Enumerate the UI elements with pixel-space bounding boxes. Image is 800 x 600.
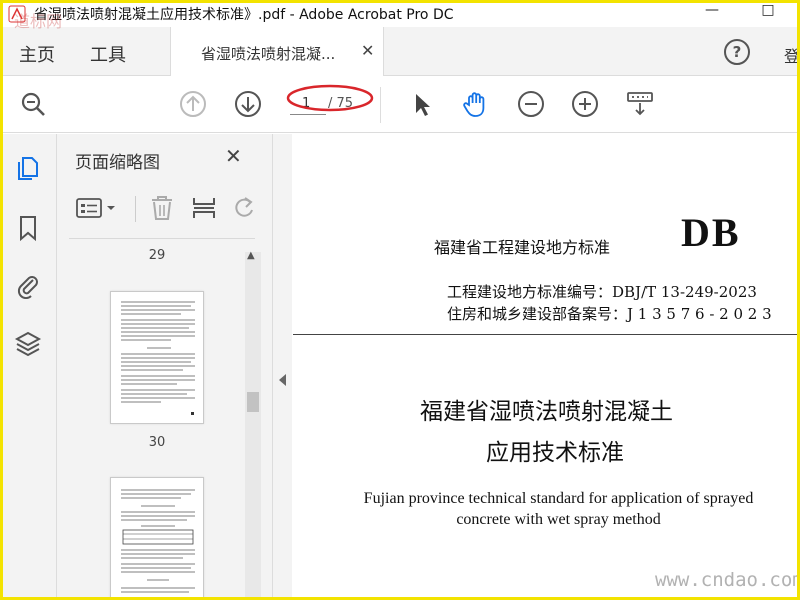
thumbnail-options-icon[interactable] <box>75 194 119 222</box>
thumbnail-label: 29 <box>148 248 166 263</box>
help-icon[interactable]: ? <box>724 39 750 65</box>
toolbar: / 75 <box>0 77 800 133</box>
hand-tool-icon[interactable] <box>461 89 491 119</box>
watermark-top-left: 道标网 <box>14 12 63 31</box>
tab-home[interactable]: 主页 <box>19 41 55 67</box>
thumbnail-page-29[interactable] <box>110 291 204 424</box>
collapse-arrow-icon[interactable] <box>279 374 286 386</box>
bookmark-icon[interactable] <box>14 214 42 242</box>
english-title-line2: concrete with wet spray method <box>456 511 661 528</box>
next-page-icon[interactable] <box>233 89 263 119</box>
document-title-line2: 应用技术标准 <box>486 440 624 466</box>
toolbar-divider <box>380 87 381 123</box>
panel-separator <box>69 238 255 239</box>
panel-close-button[interactable]: ✕ <box>225 144 242 168</box>
search-zoom-icon[interactable] <box>18 89 48 119</box>
panel-title: 页面缩略图 <box>75 153 160 173</box>
delete-page-icon[interactable] <box>148 194 176 222</box>
standard-code: 工程建设地方标准编号：DBJ/T 13-249-2023 <box>447 283 757 301</box>
title-bar: 省湿喷法喷射混凝土应用技术标准》.pdf - Adobe Acrobat Pro… <box>0 0 800 27</box>
thumbnail-content <box>121 489 195 593</box>
thumbnail-content <box>121 301 195 415</box>
tab-tools[interactable]: 工具 <box>90 41 126 67</box>
document-tab[interactable]: 省湿喷法喷射混凝... ✕ <box>170 27 384 76</box>
zoom-in-icon[interactable] <box>570 89 600 119</box>
document-tab-label: 省湿喷法喷射混凝... <box>201 45 336 63</box>
scrollbar-thumb[interactable] <box>247 392 259 412</box>
thumbnail-label: 30 <box>148 435 166 450</box>
panel-toolbar-divider <box>135 196 136 222</box>
document-header: 福建省工程建设地方标准 <box>434 238 611 257</box>
rotate-page-icon[interactable] <box>230 194 258 222</box>
left-rail <box>0 134 57 600</box>
minimize-button[interactable]: — <box>700 2 724 24</box>
window-title: 省湿喷法喷射混凝土应用技术标准》.pdf - Adobe Acrobat Pro… <box>34 7 454 23</box>
thumbnails-panel: 页面缩略图 ✕ 29 30 ▲ <box>57 134 272 600</box>
document-tab-close-button[interactable]: ✕ <box>361 41 374 60</box>
attachment-icon[interactable] <box>14 271 42 299</box>
header-rule <box>293 334 800 335</box>
panel-collapse-strip[interactable] <box>272 134 292 600</box>
layers-icon[interactable] <box>14 329 42 357</box>
thumbnail-page-30[interactable] <box>110 477 204 600</box>
scroll-up-arrow-icon[interactable]: ▲ <box>247 250 255 261</box>
scroll-mode-icon[interactable] <box>625 89 655 119</box>
annotation-ellipse <box>286 84 374 112</box>
english-title-line1: Fujian province technical standard for a… <box>363 490 754 507</box>
sign-in-button[interactable]: 登 <box>784 43 800 67</box>
watermark-bottom-right: www.cndao.com <box>655 569 800 591</box>
db-logo: DB <box>681 210 741 255</box>
document-page: DB 福建省工程建设地方标准 工程建设地方标准编号：DBJ/T 13-249-2… <box>293 134 800 600</box>
record-number: 住房和城乡建设部备案号：J 1 3 5 7 6 - 2 0 2 3 <box>447 305 772 323</box>
document-title-line1: 福建省湿喷法喷射混凝土 <box>420 399 673 425</box>
maximize-button[interactable]: □ <box>756 2 780 24</box>
zoom-out-icon[interactable] <box>516 89 546 119</box>
page-thumbnails-icon[interactable] <box>14 154 42 182</box>
thumbnail-scrollbar[interactable] <box>245 252 261 600</box>
tab-bar: 主页 工具 省湿喷法喷射混凝... ✕ ? 登 <box>0 27 800 76</box>
select-cursor-icon[interactable] <box>407 89 437 119</box>
previous-page-icon[interactable] <box>178 89 208 119</box>
insert-page-icon[interactable] <box>190 194 218 222</box>
